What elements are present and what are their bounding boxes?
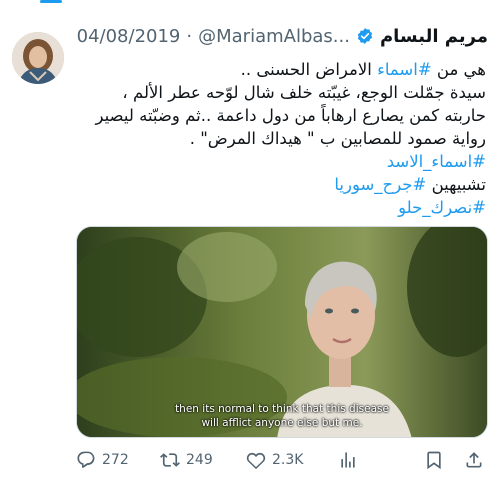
- tweet-text-segment: هي من: [431, 60, 486, 79]
- tweet-text-line: #نصرك_حلو: [76, 196, 486, 219]
- tweet-text-line: رواية صمود للمصابين ب " هيداك المرض" .: [76, 127, 486, 150]
- views-icon: [341, 452, 355, 468]
- like-button[interactable]: 2.3K: [246, 450, 338, 470]
- like-icon: [246, 452, 266, 470]
- tweet-text: هي من #اسماء الامراض الحسنى .. سيدة جمّلت…: [76, 58, 486, 219]
- video-subtitle-line2: will afflict anyone else but me.: [201, 417, 363, 429]
- tweet-text-segment: سيدة جمّلت الوجع، غيبّته خلف شال لوّحه ع…: [122, 83, 486, 102]
- video-subtitle-line1: then its normal to think that this disea…: [175, 403, 389, 415]
- reply-button[interactable]: 272: [76, 450, 160, 470]
- tweet-text-line: حاربته كمن يصارع ارهاباً من دول داعمة ..…: [76, 104, 486, 127]
- share-icon: [466, 452, 482, 468]
- separator-dot: ·: [186, 25, 193, 47]
- verified-badge-icon: [356, 27, 374, 45]
- avatar[interactable]: [12, 32, 64, 84]
- author-handle[interactable]: @MariamAlbas...: [198, 26, 350, 47]
- retweet-icon: [160, 453, 180, 467]
- avatar-photo: [12, 32, 64, 84]
- tweet-header: مريم البسام @MariamAlbas... · 04/08/2019: [76, 22, 488, 50]
- author-name[interactable]: مريم البسام: [380, 26, 488, 47]
- bookmark-button[interactable]: [424, 450, 464, 470]
- reply-count: 272: [102, 452, 129, 468]
- media-video[interactable]: then its normal to think that this disea…: [76, 226, 488, 438]
- bookmark-icon: [427, 451, 441, 470]
- retweet-button[interactable]: 249: [160, 450, 246, 470]
- views-button[interactable]: [338, 450, 424, 470]
- active-tab-indicator: [40, 0, 62, 3]
- share-button[interactable]: [464, 450, 488, 470]
- tweet-text-line: هي من #اسماء الامراض الحسنى ..: [76, 58, 486, 81]
- hashtag-link[interactable]: #اسماء_الاسد: [387, 152, 486, 171]
- tweet-date[interactable]: 04/08/2019: [77, 26, 181, 47]
- like-count: 2.3K: [272, 452, 304, 468]
- tweet-actions: 272 249 2.3K: [76, 448, 490, 472]
- hashtag-link[interactable]: #جرح_سوريا: [334, 175, 426, 194]
- hashtag-link[interactable]: #نصرك_حلو: [398, 198, 486, 217]
- hashtag-link[interactable]: #اسماء: [377, 60, 432, 79]
- tweet-text-segment: الامراض الحسنى ..: [240, 60, 378, 79]
- tweet-text-line: تشبيهين #جرح_سوريا: [76, 173, 486, 196]
- tweet-text-segment: تشبيهين: [426, 175, 486, 194]
- retweet-count: 249: [186, 452, 213, 468]
- tweet-text-segment: رواية صمود للمصابين ب " هيداك المرض" .: [189, 129, 486, 148]
- tweet-text-segment: حاربته كمن يصارع ارهاباً من دول داعمة ..…: [95, 106, 486, 125]
- tweet-text-line: سيدة جمّلت الوجع، غيبّته خلف شال لوّحه ع…: [76, 81, 486, 104]
- reply-icon: [77, 451, 95, 469]
- tweet-text-line: #اسماء_الاسد: [76, 150, 486, 173]
